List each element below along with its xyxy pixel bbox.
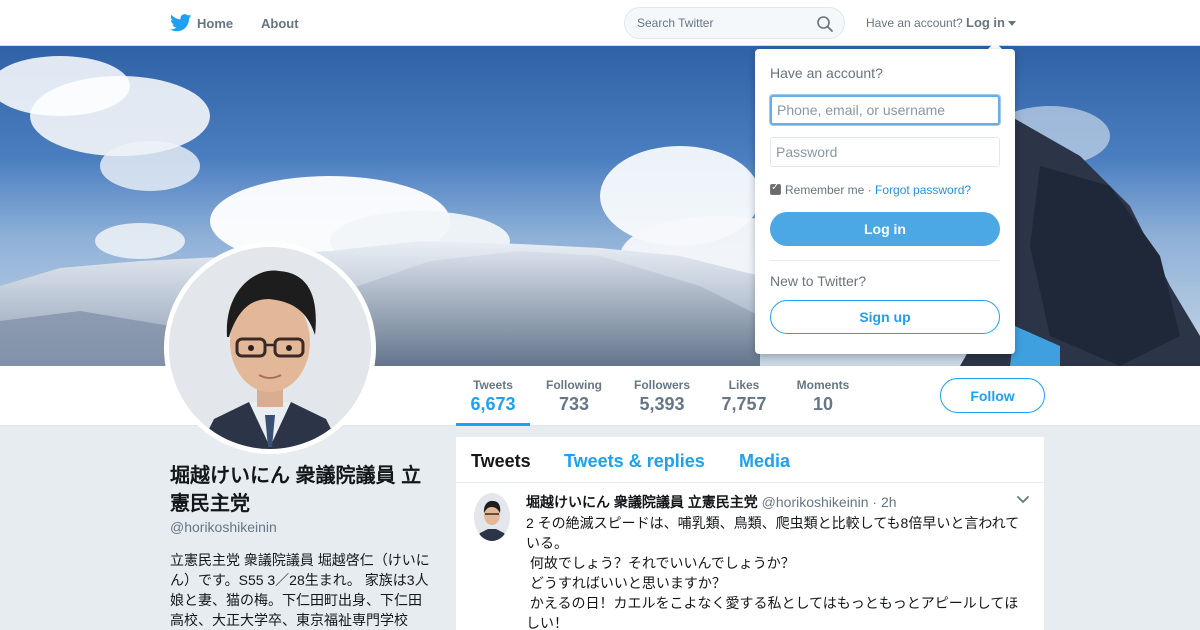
- profile-handle[interactable]: @horikoshikeinin: [170, 519, 277, 535]
- stat-value: 7,757: [721, 394, 767, 414]
- password-input[interactable]: [770, 137, 1000, 167]
- tweet-author-name[interactable]: 堀越けいにん 衆議院議員 立憲民主党: [526, 494, 758, 510]
- tweet-text: 2 その絶滅スピードは、哺乳類、鳥類、爬虫類と比較しても8倍早いと言われている。…: [526, 513, 1031, 630]
- stat-followers[interactable]: Followers 5,393: [628, 378, 696, 415]
- tweet-item[interactable]: 堀越けいにん 衆議院議員 立憲民主党 @horikoshikeinin · 2h…: [456, 483, 1044, 630]
- remember-me-label[interactable]: Remember me: [785, 183, 864, 197]
- profile-bio: 立憲民主党 衆議院議員 堀越啓仁（けいにん）です。S55 3／28生まれ。 家族…: [170, 552, 430, 628]
- login-dropdown-toggle[interactable]: Log in: [966, 15, 1005, 30]
- stat-tweets[interactable]: Tweets 6,673: [456, 378, 530, 426]
- tab-tweets[interactable]: Tweets: [471, 451, 531, 472]
- caret-down-icon[interactable]: [1008, 21, 1016, 26]
- follow-button[interactable]: Follow: [940, 378, 1045, 413]
- profile-avatar[interactable]: [164, 242, 376, 454]
- new-to-twitter-text: New to Twitter?: [770, 273, 867, 289]
- stat-value: 10: [812, 394, 834, 414]
- nav-home-link[interactable]: Home: [197, 16, 233, 31]
- tweet-text-line: どうすればいいと思いますか？: [526, 575, 726, 591]
- username-input[interactable]: [770, 95, 1000, 125]
- tweet-text-line: かえるの日！カエルをこよなく愛する私としてはもっともっとアピールしてほしい！: [526, 595, 1019, 630]
- tab-tweets-and-replies[interactable]: Tweets & replies: [564, 451, 705, 472]
- tweet-avatar[interactable]: [474, 493, 510, 541]
- stat-likes[interactable]: Likes 7,757: [716, 378, 772, 415]
- tweet-text-line: 何故でしょう？それでいいんでしょうか？: [526, 555, 795, 571]
- remember-me-row: Remember me · Forgot password?: [770, 182, 971, 197]
- tweet-timeline: Tweets Tweets & replies Media 堀越けいにん 衆議院…: [456, 437, 1044, 630]
- stat-label: Followers: [633, 378, 690, 392]
- stat-value: 5,393: [639, 394, 685, 414]
- stat-value: 733: [558, 394, 590, 414]
- tweet-text-line: 2 その絶滅スピードは、哺乳類、鳥類、爬虫類と比較しても8倍早いと言われている。: [526, 515, 1020, 551]
- signup-button[interactable]: Sign up: [770, 300, 1000, 334]
- profile-name: 堀越けいにん 衆議院議員 立憲民主党: [170, 465, 422, 515]
- stat-label: Tweets: [473, 378, 513, 392]
- search-icon[interactable]: [816, 15, 834, 33]
- timeline-tabs: Tweets Tweets & replies Media: [456, 437, 1044, 483]
- tweet-timestamp[interactable]: · 2h: [872, 494, 896, 510]
- have-account-text: Have an account?: [866, 16, 963, 30]
- stat-label: Likes: [728, 378, 760, 392]
- login-button[interactable]: Log in: [770, 212, 1000, 246]
- avatar-photo: [169, 247, 371, 449]
- stat-label: Following: [546, 378, 602, 392]
- tweet-author-handle[interactable]: @horikoshikeinin: [762, 494, 869, 510]
- login-dropdown: Have an account? Remember me · Forgot pa…: [755, 49, 1015, 354]
- stat-following[interactable]: Following 733: [540, 378, 608, 415]
- search-box[interactable]: Search Twitter: [624, 7, 845, 39]
- separator-text: ·: [864, 183, 876, 197]
- twitter-bird-icon[interactable]: [170, 14, 192, 32]
- forgot-password-link[interactable]: Forgot password?: [875, 183, 971, 197]
- tab-media[interactable]: Media: [739, 451, 790, 472]
- nav-about-link[interactable]: About: [261, 16, 299, 31]
- tweet-header: 堀越けいにん 衆議院議員 立憲民主党 @horikoshikeinin · 2h: [526, 492, 897, 512]
- search-input[interactable]: Search Twitter: [637, 16, 713, 30]
- dropdown-title: Have an account?: [770, 65, 883, 81]
- remember-me-checkbox[interactable]: [770, 182, 781, 195]
- stat-moments[interactable]: Moments 10: [792, 378, 854, 415]
- stat-value: 6,673: [470, 394, 516, 414]
- chevron-down-icon[interactable]: [1016, 493, 1030, 507]
- stat-label: Moments: [796, 378, 850, 392]
- avatar-portrait-image: [169, 247, 371, 449]
- top-nav-bar: Home About Search Twitter Have an accoun…: [0, 0, 1200, 46]
- divider: [770, 260, 1000, 261]
